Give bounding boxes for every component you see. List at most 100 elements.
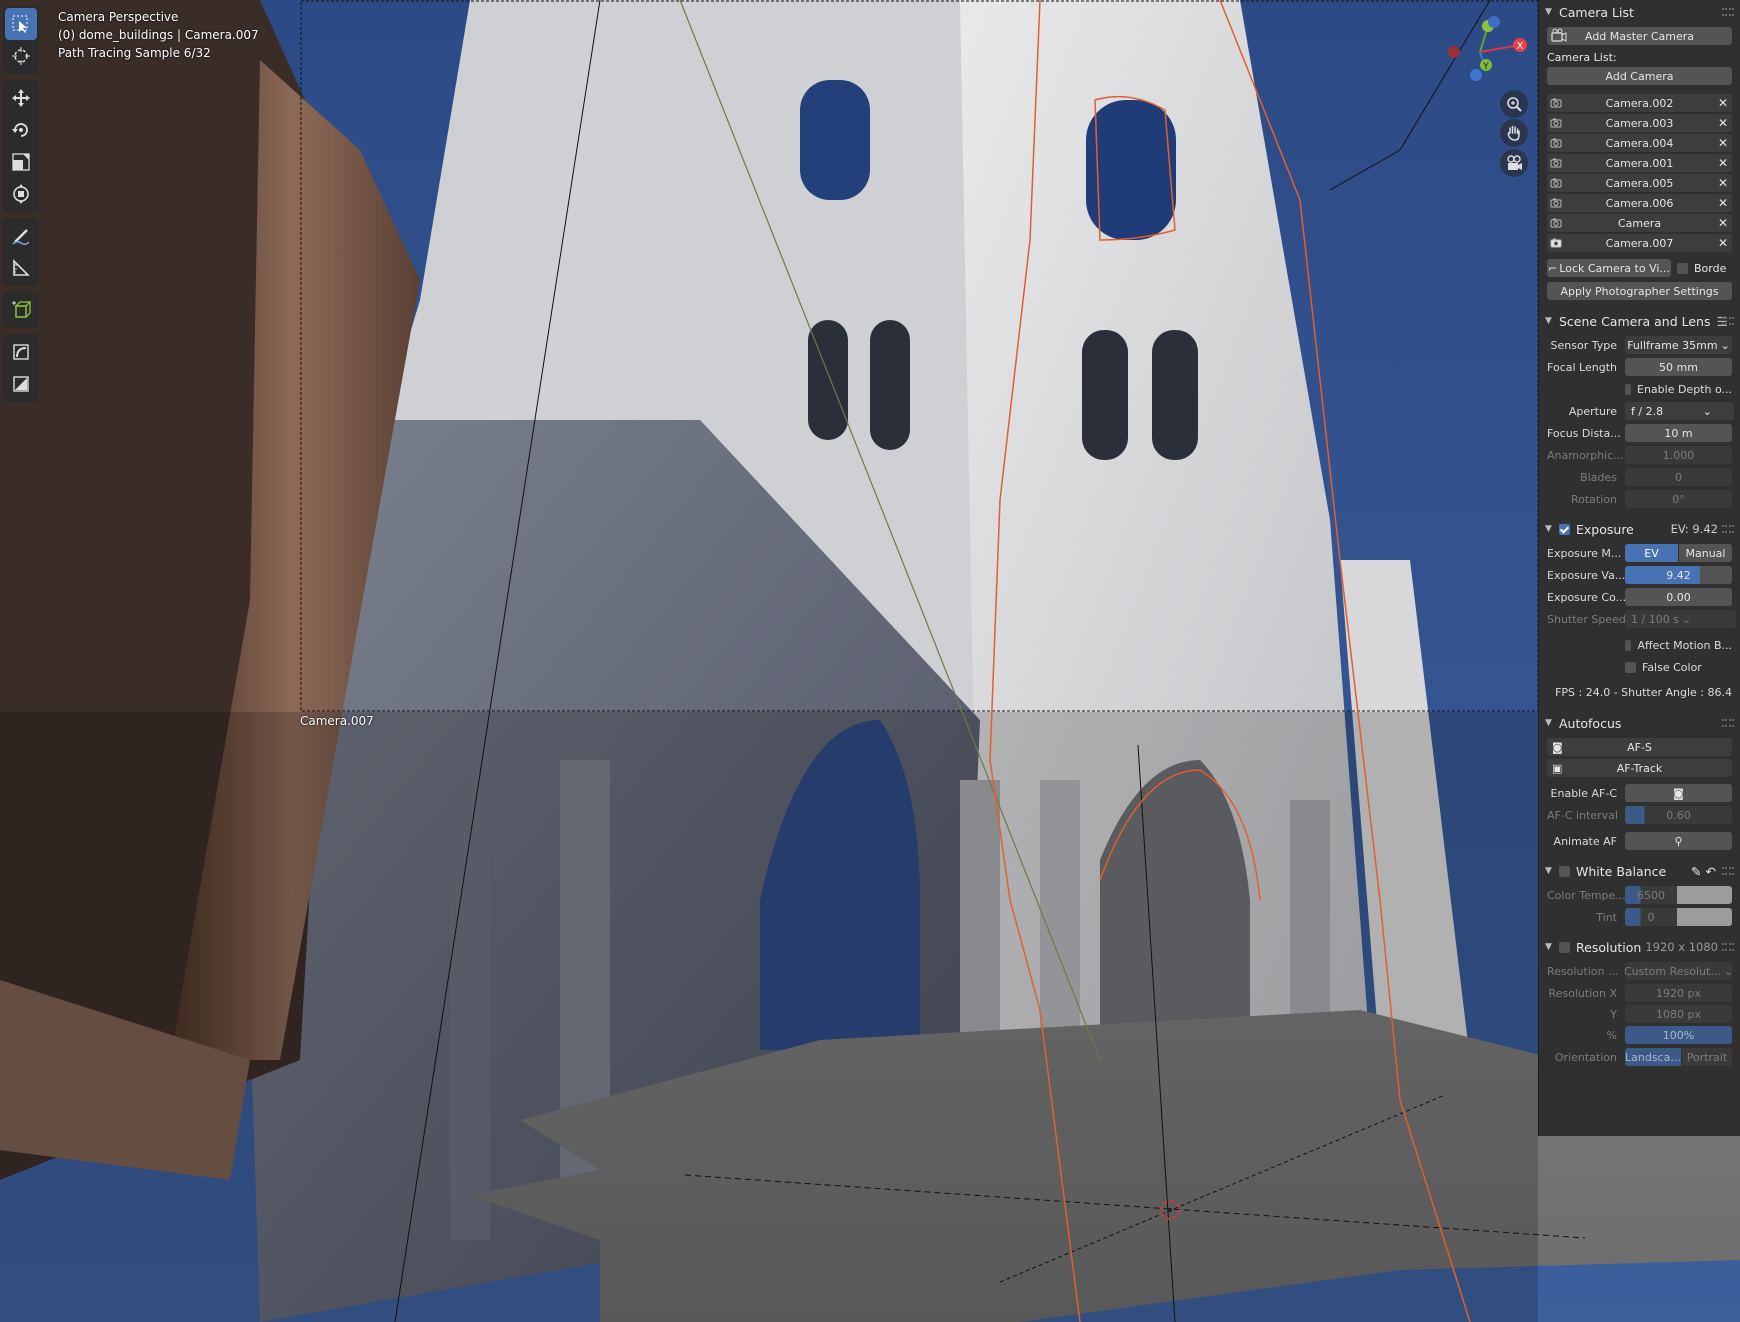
sensor-type-dropdown[interactable]: Fullframe 35mm ⌄ xyxy=(1625,336,1732,354)
white-balance-checkbox[interactable] xyxy=(1559,865,1570,877)
camera-list-item[interactable]: Camera.003 ✕ xyxy=(1547,114,1732,132)
eyedropper-icon[interactable]: ✎ xyxy=(1691,864,1701,879)
animate-af-button[interactable]: ⚲ xyxy=(1625,832,1732,850)
drag-grip-icon[interactable] xyxy=(1722,867,1734,875)
camera-list-header[interactable]: ▼ Camera List xyxy=(1539,0,1740,24)
camera-name[interactable]: Camera.001 xyxy=(1565,157,1714,170)
remove-camera-icon[interactable]: ✕ xyxy=(1714,116,1732,130)
camera-name[interactable]: Camera.004 xyxy=(1565,137,1714,150)
exposure-header[interactable]: ▼ Exposure EV: 9.42 xyxy=(1539,517,1740,541)
reset-icon[interactable]: ↶ xyxy=(1706,864,1716,879)
camera-list-item[interactable]: Camera.004 ✕ xyxy=(1547,134,1732,152)
camera-icon[interactable] xyxy=(1547,154,1565,172)
scale-tool[interactable] xyxy=(5,146,37,178)
resolution-checkbox[interactable] xyxy=(1559,941,1570,953)
shutter-speed-dropdown[interactable]: 1 / 100 s ⌄ xyxy=(1625,610,1736,628)
drag-grip-icon[interactable] xyxy=(1722,719,1734,727)
af-track-button[interactable]: ▣ AF-Track xyxy=(1547,759,1732,777)
annotate-tool[interactable] xyxy=(5,220,37,252)
tint-slider[interactable]: 0 xyxy=(1625,908,1677,926)
orientation-landscape-button[interactable]: Landsca... xyxy=(1625,1048,1681,1066)
camera-icon[interactable] xyxy=(1547,214,1565,232)
camera-view-button[interactable] xyxy=(1500,149,1528,177)
lock-camera-to-view-button[interactable]: ⌐ Lock Camera to Vi... xyxy=(1547,259,1671,277)
anamorphic-field[interactable]: 1.000 xyxy=(1625,446,1732,464)
move-tool[interactable] xyxy=(5,82,37,114)
exposure-comp-field[interactable]: 0.00 xyxy=(1625,588,1732,606)
zoom-view-button[interactable] xyxy=(1500,90,1528,118)
camera-list-item[interactable]: Camera.006 ✕ xyxy=(1547,194,1732,212)
remove-camera-icon[interactable]: ✕ xyxy=(1714,96,1732,110)
transform-tool[interactable] xyxy=(5,178,37,210)
camera-name[interactable]: Camera.006 xyxy=(1565,197,1714,210)
exposure-enable-checkbox[interactable] xyxy=(1559,523,1570,535)
afc-interval-slider[interactable]: 0.60 xyxy=(1625,806,1732,824)
enable-afc-toggle[interactable]: ◙ xyxy=(1625,784,1732,802)
exposure-mode-manual-button[interactable]: Manual xyxy=(1679,544,1732,562)
cursor-tool[interactable] xyxy=(5,40,37,72)
resolution-x-field[interactable]: 1920 px xyxy=(1625,984,1732,1002)
camera-name[interactable]: Camera.005 xyxy=(1565,177,1714,190)
render-region-tool[interactable] xyxy=(5,368,37,400)
resolution-pct-slider[interactable]: 100% xyxy=(1625,1026,1732,1044)
axis-gizmo-icon[interactable]: X Y xyxy=(1440,10,1530,90)
3d-viewport[interactable]: Camera Perspective (0) dome_buildings | … xyxy=(0,0,1740,1322)
remove-camera-icon[interactable]: ✕ xyxy=(1714,196,1732,210)
color-temp-slider[interactable]: 6500 xyxy=(1625,886,1677,904)
exposure-value-slider[interactable]: 9.42 xyxy=(1625,566,1732,584)
drag-grip-icon[interactable] xyxy=(1722,943,1734,951)
measure-tool[interactable] xyxy=(5,252,37,284)
camera-icon[interactable] xyxy=(1547,134,1565,152)
af-s-button[interactable]: ◙ AF-S xyxy=(1547,738,1732,756)
orientation-portrait-button[interactable]: Portrait xyxy=(1681,1048,1732,1066)
remove-camera-icon[interactable]: ✕ xyxy=(1714,236,1732,250)
drag-grip-icon[interactable] xyxy=(1722,8,1734,16)
affect-motion-checkbox[interactable] xyxy=(1625,639,1632,651)
camera-name[interactable]: Camera.003 xyxy=(1565,117,1714,130)
shear-tool[interactable] xyxy=(5,336,37,368)
remove-camera-icon[interactable]: ✕ xyxy=(1714,176,1732,190)
camera-icon[interactable] xyxy=(1547,234,1565,252)
camera-icon[interactable] xyxy=(1547,114,1565,132)
exposure-mode-ev-button[interactable]: EV xyxy=(1625,544,1678,562)
rotation-field[interactable]: 0° xyxy=(1625,490,1732,508)
add-master-camera-button[interactable]: Add Master Camera xyxy=(1547,27,1732,45)
aperture-dropdown[interactable]: f / 2.8 ⌄ xyxy=(1625,402,1734,420)
focus-distance-field[interactable]: 10 m xyxy=(1625,424,1732,442)
remove-camera-icon[interactable]: ✕ xyxy=(1714,156,1732,170)
rotate-tool[interactable] xyxy=(5,114,37,146)
select-box-tool[interactable] xyxy=(5,8,37,40)
white-balance-header[interactable]: ▼ White Balance ✎ ↶ xyxy=(1539,859,1740,883)
enable-dof-checkbox[interactable] xyxy=(1625,383,1631,395)
camera-name[interactable]: Camera.002 xyxy=(1565,97,1714,110)
camera-name[interactable]: Camera.007 xyxy=(1565,237,1714,250)
resolution-preset-dropdown[interactable]: Custom Resolut...⌄ xyxy=(1625,962,1732,980)
resolution-y-field[interactable]: 1080 px xyxy=(1625,1005,1732,1023)
pan-view-button[interactable] xyxy=(1500,119,1528,147)
apply-photographer-settings-button[interactable]: Apply Photographer Settings xyxy=(1547,282,1732,300)
focal-length-field[interactable]: 50 mm xyxy=(1625,358,1732,376)
add-camera-button[interactable]: Add Camera xyxy=(1547,67,1732,85)
navigation-gizmo[interactable]: X Y xyxy=(1440,10,1530,90)
camera-icon[interactable] xyxy=(1547,174,1565,192)
camera-list-item[interactable]: Camera ✕ xyxy=(1547,214,1732,232)
resolution-header[interactable]: ▼ Resolution 1920 x 1080 xyxy=(1539,935,1740,959)
blades-field[interactable]: 0 xyxy=(1625,468,1732,486)
false-color-checkbox[interactable] xyxy=(1625,661,1636,673)
camera-icon[interactable] xyxy=(1547,194,1565,212)
camera-icon[interactable] xyxy=(1547,94,1565,112)
camera-list-item[interactable]: Camera.001 ✕ xyxy=(1547,154,1732,172)
add-cube-tool[interactable] xyxy=(5,294,37,326)
remove-camera-icon[interactable]: ✕ xyxy=(1714,136,1732,150)
camera-list-item[interactable]: Camera.002 ✕ xyxy=(1547,94,1732,112)
autofocus-header[interactable]: ▼ Autofocus xyxy=(1539,711,1740,735)
drag-grip-icon[interactable] xyxy=(1722,525,1734,533)
scene-camera-header[interactable]: ▼ Scene Camera and Lens ☰ xyxy=(1539,309,1740,333)
camera-list-item[interactable]: Camera.005 ✕ xyxy=(1547,174,1732,192)
camera-list-item[interactable]: Camera.007 ✕ xyxy=(1547,234,1732,252)
tool-group-annotate xyxy=(3,218,39,286)
drag-grip-icon[interactable] xyxy=(1722,317,1734,325)
remove-camera-icon[interactable]: ✕ xyxy=(1714,216,1732,230)
border-checkbox[interactable] xyxy=(1677,262,1688,274)
camera-name[interactable]: Camera xyxy=(1565,217,1714,230)
